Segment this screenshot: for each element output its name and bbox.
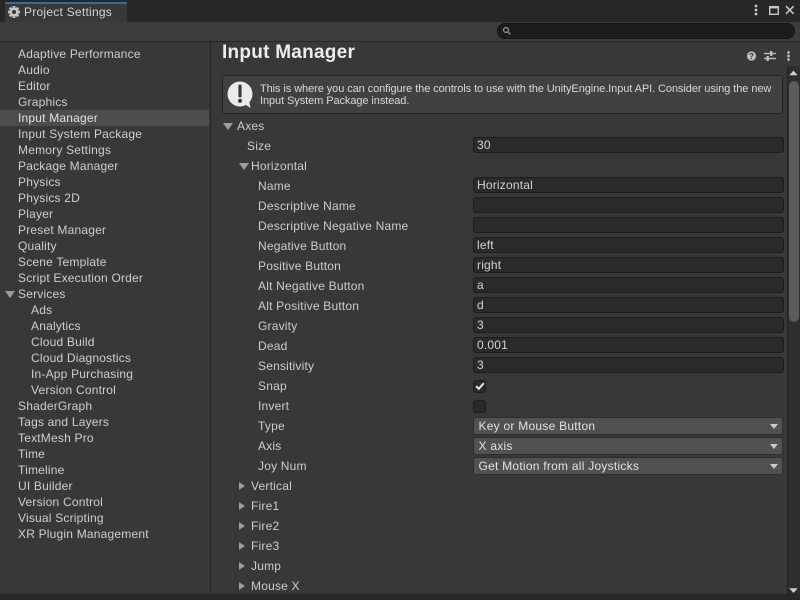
- svg-text:?: ?: [749, 52, 754, 61]
